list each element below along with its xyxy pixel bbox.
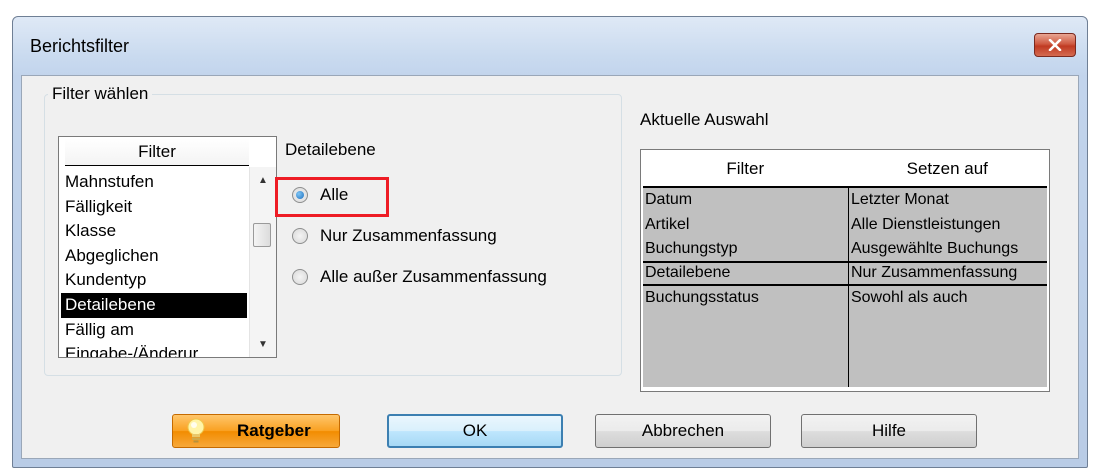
current-header-value[interactable]: Setzen auf <box>848 152 1048 186</box>
table-cell-value: Alle Dienstleistungen <box>850 215 1001 233</box>
list-item-selected[interactable]: Detailebene <box>61 292 247 318</box>
radio-unchecked-icon[interactable] <box>292 269 308 285</box>
table-cell-value: Nur Zusammenfassung <box>850 264 1018 281</box>
table-row[interactable]: Buchungstyp Ausgewählte Buchungs <box>643 237 1047 262</box>
table-cell-value: Sowohl als auch <box>850 289 968 306</box>
table-row[interactable]: Datum Letzter Monat <box>643 188 1047 213</box>
table-cell-value: Letzter Monat <box>850 191 949 208</box>
close-icon <box>1048 39 1062 51</box>
ok-label: OK <box>462 421 488 440</box>
filter-list-header[interactable]: Filter <box>65 138 249 166</box>
scroll-thumb[interactable] <box>253 223 271 247</box>
list-item[interactable]: Kundentyp <box>61 268 247 293</box>
current-header-filter[interactable]: Filter <box>643 152 848 186</box>
list-item[interactable]: Klasse <box>61 219 247 244</box>
table-cell-filter: Artikel <box>645 215 690 233</box>
cancel-label: Abbrechen <box>641 421 725 440</box>
list-item[interactable]: Abgeglichen <box>61 244 247 269</box>
filter-group-legend: Filter wählen <box>48 84 153 104</box>
help-label: Hilfe <box>871 421 906 440</box>
list-item[interactable]: Eingabe-/Änderur <box>61 342 247 357</box>
table-cell-value: Ausgewählte Buchungs <box>850 240 1019 257</box>
filter-list-items: Mahnstufen Fälligkeit Klasse Abgeglichen… <box>61 170 247 357</box>
close-button[interactable] <box>1034 33 1076 57</box>
table-row[interactable]: Buchungsstatus Sowohl als auch <box>643 286 1047 311</box>
radio-unchecked-icon[interactable] <box>292 228 308 244</box>
list-item[interactable]: Fälligkeit <box>61 195 247 220</box>
help-button[interactable]: Hilfe <box>801 414 977 448</box>
table-cell-filter: Buchungstyp <box>645 240 738 257</box>
table-cell-filter: Detailebene <box>645 264 731 281</box>
lightbulb-icon <box>187 418 205 443</box>
dialog-content: Filter wählen Filter Mahnstufen Fälligke… <box>21 75 1079 459</box>
filter-list-scrollbar[interactable]: ▲ ▼ <box>249 167 276 357</box>
radio-alle-ausser-label: Alle außer Zusammenfassung <box>320 267 547 286</box>
list-item[interactable]: Mahnstufen <box>61 170 247 195</box>
radio-alle-ausser-zusammenfassung[interactable]: Alle außer Zusammenfassung <box>292 267 547 287</box>
filter-listbox[interactable]: Filter Mahnstufen Fälligkeit Klasse Abge… <box>58 136 277 358</box>
scroll-down-arrow-icon[interactable]: ▼ <box>250 331 276 357</box>
table-cell-filter: Buchungsstatus <box>645 289 759 306</box>
table-row-selected[interactable]: Detailebene Nur Zusammenfassung <box>643 261 1047 286</box>
cancel-button[interactable]: Abbrechen <box>595 414 771 448</box>
ok-button[interactable]: OK <box>387 414 563 448</box>
ratgeber-label: Ratgeber <box>237 421 311 440</box>
current-table-header: Filter Setzen auf <box>643 152 1047 188</box>
table-row[interactable]: Artikel Alle Dienstleistungen <box>643 213 1047 238</box>
ratgeber-button[interactable]: Ratgeber <box>172 414 340 448</box>
scroll-up-arrow-icon[interactable]: ▲ <box>250 167 276 193</box>
window-title: Berichtsfilter <box>30 36 130 56</box>
radio-nur-zusammenfassung[interactable]: Nur Zusammenfassung <box>292 226 497 246</box>
table-cell-filter: Datum <box>645 191 693 208</box>
current-selection-table[interactable]: Filter Setzen auf Datum Letzter Monat Ar… <box>640 149 1050 392</box>
highlight-annotation <box>275 177 389 217</box>
current-selection-label: Aktuelle Auswahl <box>640 110 769 129</box>
radio-nur-zusammenfassung-label: Nur Zusammenfassung <box>320 226 497 245</box>
detail-level-label: Detailebene <box>285 140 376 159</box>
list-item[interactable]: Fällig am <box>61 318 247 343</box>
berichtsfilter-dialog: Berichtsfilter Filter wählen Filter Mahn… <box>12 16 1088 468</box>
current-table-body: Datum Letzter Monat Artikel Alle Dienstl… <box>643 188 1047 387</box>
title-bar[interactable]: Berichtsfilter <box>13 17 1087 75</box>
